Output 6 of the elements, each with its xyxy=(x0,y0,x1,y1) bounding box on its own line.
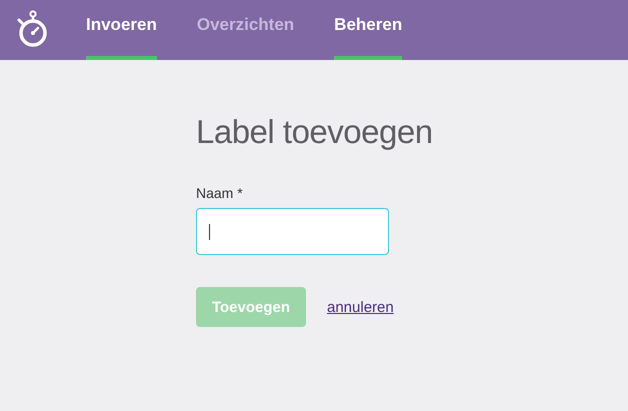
nav-tab[interactable]: Invoeren xyxy=(86,0,157,60)
cancel-link[interactable]: annuleren xyxy=(327,298,394,316)
page-title: Label toevoegen xyxy=(196,112,433,152)
name-input-field[interactable] xyxy=(196,208,389,255)
field-label: Naam * xyxy=(196,185,243,201)
nav-tab[interactable]: Beheren xyxy=(334,0,402,60)
